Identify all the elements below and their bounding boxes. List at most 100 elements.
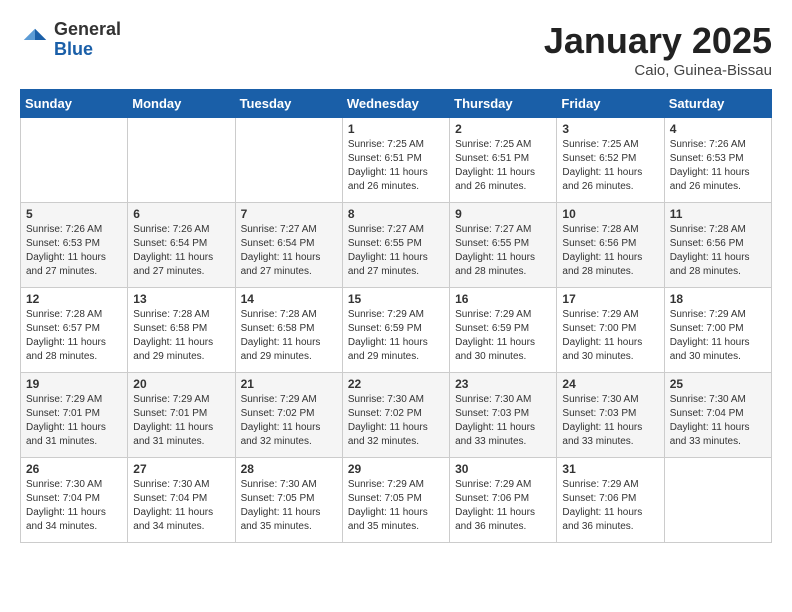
day-number: 25 [670,377,766,391]
day-info: Sunrise: 7:25 AMSunset: 6:52 PMDaylight:… [562,138,658,194]
table-row: 22 Sunrise: 7:30 AMSunset: 7:02 PMDaylig… [342,373,449,458]
day-info: Sunrise: 7:26 AMSunset: 6:53 PMDaylight:… [26,223,122,279]
logo-general: General [54,20,121,40]
col-friday: Friday [557,90,664,118]
table-row: 31 Sunrise: 7:29 AMSunset: 7:06 PMDaylig… [557,458,664,543]
col-saturday: Saturday [664,90,771,118]
table-row: 30 Sunrise: 7:29 AMSunset: 7:06 PMDaylig… [450,458,557,543]
table-row: 21 Sunrise: 7:29 AMSunset: 7:02 PMDaylig… [235,373,342,458]
day-info: Sunrise: 7:30 AMSunset: 7:03 PMDaylight:… [562,393,658,449]
table-row: 5 Sunrise: 7:26 AMSunset: 6:53 PMDayligh… [21,203,128,288]
day-info: Sunrise: 7:26 AMSunset: 6:53 PMDaylight:… [670,138,766,194]
day-number: 16 [455,292,551,306]
day-number: 14 [241,292,337,306]
day-number: 15 [348,292,444,306]
table-row: 17 Sunrise: 7:29 AMSunset: 7:00 PMDaylig… [557,288,664,373]
table-row: 2 Sunrise: 7:25 AMSunset: 6:51 PMDayligh… [450,118,557,203]
col-monday: Monday [128,90,235,118]
title-block: January 2025 Caio, Guinea-Bissau [544,20,772,79]
month-title: January 2025 [544,20,772,62]
table-row: 15 Sunrise: 7:29 AMSunset: 6:59 PMDaylig… [342,288,449,373]
logo-icon [20,25,50,55]
logo-text: General Blue [54,20,121,60]
day-info: Sunrise: 7:30 AMSunset: 7:04 PMDaylight:… [670,393,766,449]
table-row [664,458,771,543]
day-info: Sunrise: 7:30 AMSunset: 7:02 PMDaylight:… [348,393,444,449]
day-info: Sunrise: 7:27 AMSunset: 6:55 PMDaylight:… [348,223,444,279]
table-row: 9 Sunrise: 7:27 AMSunset: 6:55 PMDayligh… [450,203,557,288]
day-info: Sunrise: 7:29 AMSunset: 7:01 PMDaylight:… [133,393,229,449]
day-number: 17 [562,292,658,306]
table-row: 7 Sunrise: 7:27 AMSunset: 6:54 PMDayligh… [235,203,342,288]
day-info: Sunrise: 7:30 AMSunset: 7:04 PMDaylight:… [133,478,229,534]
calendar-week-row: 12 Sunrise: 7:28 AMSunset: 6:57 PMDaylig… [21,288,772,373]
table-row: 16 Sunrise: 7:29 AMSunset: 6:59 PMDaylig… [450,288,557,373]
table-row: 10 Sunrise: 7:28 AMSunset: 6:56 PMDaylig… [557,203,664,288]
day-info: Sunrise: 7:26 AMSunset: 6:54 PMDaylight:… [133,223,229,279]
day-number: 8 [348,207,444,221]
table-row: 29 Sunrise: 7:29 AMSunset: 7:05 PMDaylig… [342,458,449,543]
table-row [128,118,235,203]
day-number: 1 [348,122,444,136]
day-number: 9 [455,207,551,221]
col-tuesday: Tuesday [235,90,342,118]
day-number: 4 [670,122,766,136]
table-row: 1 Sunrise: 7:25 AMSunset: 6:51 PMDayligh… [342,118,449,203]
calendar-table: Sunday Monday Tuesday Wednesday Thursday… [20,89,772,543]
table-row: 3 Sunrise: 7:25 AMSunset: 6:52 PMDayligh… [557,118,664,203]
day-info: Sunrise: 7:29 AMSunset: 7:00 PMDaylight:… [670,308,766,364]
day-number: 18 [670,292,766,306]
day-number: 24 [562,377,658,391]
day-number: 26 [26,462,122,476]
table-row: 12 Sunrise: 7:28 AMSunset: 6:57 PMDaylig… [21,288,128,373]
day-number: 11 [670,207,766,221]
table-row: 25 Sunrise: 7:30 AMSunset: 7:04 PMDaylig… [664,373,771,458]
table-row [21,118,128,203]
day-number: 19 [26,377,122,391]
table-row: 19 Sunrise: 7:29 AMSunset: 7:01 PMDaylig… [21,373,128,458]
logo: General Blue [20,20,121,60]
table-row: 6 Sunrise: 7:26 AMSunset: 6:54 PMDayligh… [128,203,235,288]
day-number: 10 [562,207,658,221]
day-number: 23 [455,377,551,391]
logo-blue: Blue [54,40,121,60]
calendar-week-row: 26 Sunrise: 7:30 AMSunset: 7:04 PMDaylig… [21,458,772,543]
location: Caio, Guinea-Bissau [544,62,772,79]
day-info: Sunrise: 7:30 AMSunset: 7:04 PMDaylight:… [26,478,122,534]
day-number: 13 [133,292,229,306]
calendar-week-row: 5 Sunrise: 7:26 AMSunset: 6:53 PMDayligh… [21,203,772,288]
table-row: 26 Sunrise: 7:30 AMSunset: 7:04 PMDaylig… [21,458,128,543]
calendar-week-row: 1 Sunrise: 7:25 AMSunset: 6:51 PMDayligh… [21,118,772,203]
day-info: Sunrise: 7:29 AMSunset: 6:59 PMDaylight:… [455,308,551,364]
day-number: 30 [455,462,551,476]
day-info: Sunrise: 7:28 AMSunset: 6:58 PMDaylight:… [133,308,229,364]
day-number: 6 [133,207,229,221]
day-info: Sunrise: 7:25 AMSunset: 6:51 PMDaylight:… [455,138,551,194]
day-info: Sunrise: 7:29 AMSunset: 7:05 PMDaylight:… [348,478,444,534]
table-row: 11 Sunrise: 7:28 AMSunset: 6:56 PMDaylig… [664,203,771,288]
day-info: Sunrise: 7:29 AMSunset: 7:00 PMDaylight:… [562,308,658,364]
day-number: 27 [133,462,229,476]
day-number: 7 [241,207,337,221]
day-number: 21 [241,377,337,391]
table-row: 4 Sunrise: 7:26 AMSunset: 6:53 PMDayligh… [664,118,771,203]
table-row: 27 Sunrise: 7:30 AMSunset: 7:04 PMDaylig… [128,458,235,543]
table-row: 18 Sunrise: 7:29 AMSunset: 7:00 PMDaylig… [664,288,771,373]
day-info: Sunrise: 7:29 AMSunset: 6:59 PMDaylight:… [348,308,444,364]
calendar-week-row: 19 Sunrise: 7:29 AMSunset: 7:01 PMDaylig… [21,373,772,458]
day-number: 31 [562,462,658,476]
col-wednesday: Wednesday [342,90,449,118]
table-row: 23 Sunrise: 7:30 AMSunset: 7:03 PMDaylig… [450,373,557,458]
day-info: Sunrise: 7:29 AMSunset: 7:06 PMDaylight:… [562,478,658,534]
col-thursday: Thursday [450,90,557,118]
table-row: 28 Sunrise: 7:30 AMSunset: 7:05 PMDaylig… [235,458,342,543]
day-info: Sunrise: 7:25 AMSunset: 6:51 PMDaylight:… [348,138,444,194]
day-number: 22 [348,377,444,391]
day-number: 2 [455,122,551,136]
day-number: 29 [348,462,444,476]
day-info: Sunrise: 7:28 AMSunset: 6:56 PMDaylight:… [670,223,766,279]
day-info: Sunrise: 7:27 AMSunset: 6:54 PMDaylight:… [241,223,337,279]
day-info: Sunrise: 7:27 AMSunset: 6:55 PMDaylight:… [455,223,551,279]
calendar-header-row: Sunday Monday Tuesday Wednesday Thursday… [21,90,772,118]
table-row: 14 Sunrise: 7:28 AMSunset: 6:58 PMDaylig… [235,288,342,373]
